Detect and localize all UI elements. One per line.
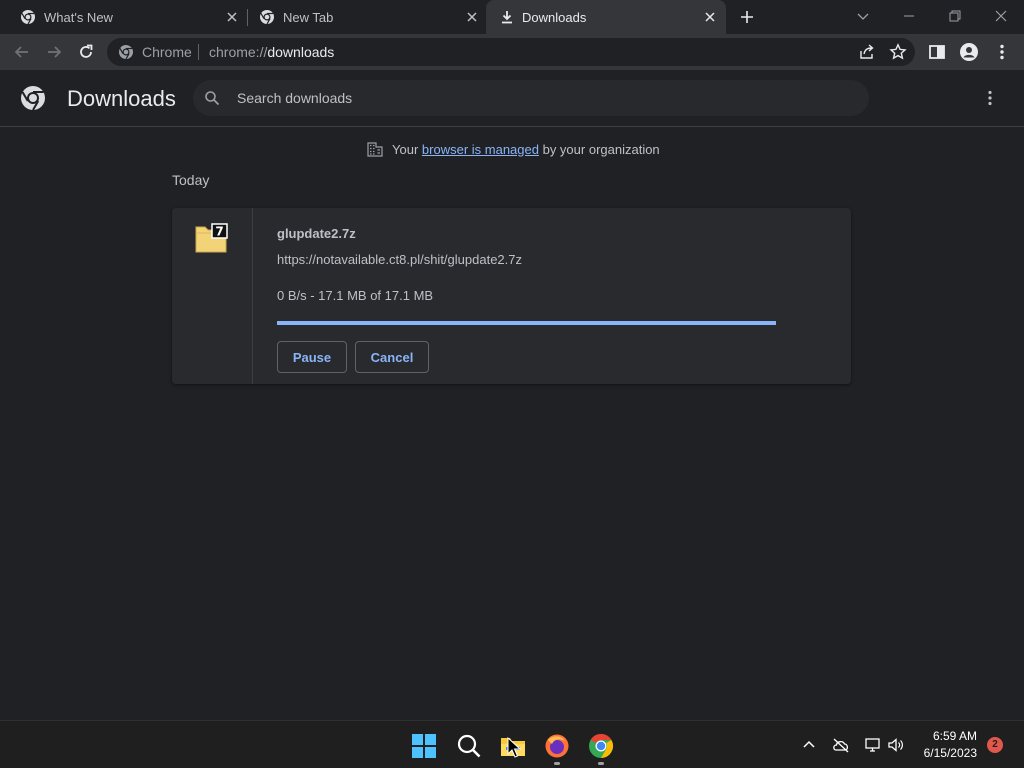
tab-whats-new[interactable]: What's New [0, 0, 246, 34]
page-title: Downloads [67, 86, 176, 111]
managed-prefix: Your [392, 141, 419, 157]
chrome-icon [260, 10, 274, 25]
restore-icon[interactable] [945, 6, 965, 26]
7z-archive-file-icon: 7 [195, 223, 228, 253]
url-host: downloads [267, 44, 335, 60]
search-input[interactable] [237, 80, 837, 116]
tab-strip: What's New New Tab Downloads [0, 0, 1024, 34]
clock-date[interactable]: 6/15/2023 [915, 746, 977, 760]
url-text: chrome://downloads [209, 44, 334, 60]
managed-link[interactable]: browser is managed [422, 142, 539, 157]
file-icon-badge: 7 [215, 225, 223, 239]
tab-title: What's New [44, 10, 113, 25]
file-name[interactable]: glupdate2.7z [277, 226, 356, 241]
omnibox[interactable]: Chrome chrome://downloads [107, 38, 915, 66]
search-icon[interactable] [456, 733, 482, 759]
running-indicator [554, 762, 560, 765]
url-scheme: chrome:// [209, 44, 268, 60]
network-icon[interactable] [864, 736, 882, 754]
chrome-logo-icon [21, 86, 45, 111]
share-icon[interactable] [858, 43, 876, 61]
card-divider [252, 208, 253, 384]
managed-banner: Your browser is managed by your organiza… [366, 140, 660, 158]
close-icon[interactable] [225, 10, 239, 24]
running-indicator [598, 762, 604, 765]
cancel-button[interactable]: Cancel [355, 341, 429, 373]
close-window-icon[interactable] [991, 6, 1011, 26]
chrome-icon [119, 45, 133, 60]
chrome-icon[interactable] [588, 733, 614, 759]
minimize-icon[interactable] [899, 6, 919, 26]
toolbar: Chrome chrome://downloads [0, 34, 1024, 70]
tab-downloads[interactable]: Downloads [486, 0, 726, 34]
omnibox-separator [198, 44, 199, 60]
downloads-header: Downloads [0, 70, 1024, 127]
building-icon [367, 142, 383, 157]
back-icon[interactable] [12, 42, 32, 62]
windows-start-icon[interactable] [411, 733, 437, 759]
chrome-menu-icon[interactable] [992, 42, 1012, 62]
download-icon [502, 11, 512, 24]
search-icon [205, 91, 220, 106]
tab-title: New Tab [283, 10, 334, 25]
managed-suffix: by your organization [542, 141, 660, 157]
show-hidden-icons-chevron-icon[interactable] [800, 736, 818, 754]
notification-badge[interactable]: 2 [987, 737, 1003, 753]
section-date-label: Today [172, 172, 210, 188]
close-icon[interactable] [465, 10, 479, 24]
firefox-icon[interactable] [544, 733, 570, 759]
more-actions-icon[interactable] [980, 88, 1000, 108]
download-item: 7 glupdate2.7z https://notavailable.ct8.… [172, 208, 851, 384]
search-box[interactable] [193, 80, 869, 116]
mouse-cursor-icon [507, 737, 521, 758]
chrome-icon [21, 10, 35, 25]
download-progress-fill [277, 321, 776, 325]
download-status: 0 B/s - 17.1 MB of 17.1 MB [277, 288, 434, 303]
profile-avatar-icon[interactable] [959, 42, 979, 62]
bookmark-star-icon[interactable] [889, 43, 907, 61]
new-tab-plus-icon[interactable] [739, 9, 755, 25]
side-panel-icon[interactable] [927, 42, 947, 62]
tab-search-chevron-icon[interactable] [853, 6, 873, 26]
tab-title: Downloads [522, 10, 587, 25]
omnibox-chip: Chrome [142, 44, 192, 60]
pause-button[interactable]: Pause [277, 341, 347, 373]
tab-new-tab[interactable]: New Tab [248, 0, 486, 34]
close-icon[interactable] [703, 10, 717, 24]
file-source-url[interactable]: https://notavailable.ct8.pl/shit/glupdat… [277, 252, 522, 267]
forward-icon[interactable] [44, 42, 64, 62]
reload-icon[interactable] [76, 42, 96, 62]
volume-icon[interactable] [887, 736, 905, 754]
onedrive-cloud-icon[interactable] [832, 736, 850, 754]
download-progress-bar [277, 321, 776, 325]
clock-time[interactable]: 6:59 AM [920, 729, 977, 743]
